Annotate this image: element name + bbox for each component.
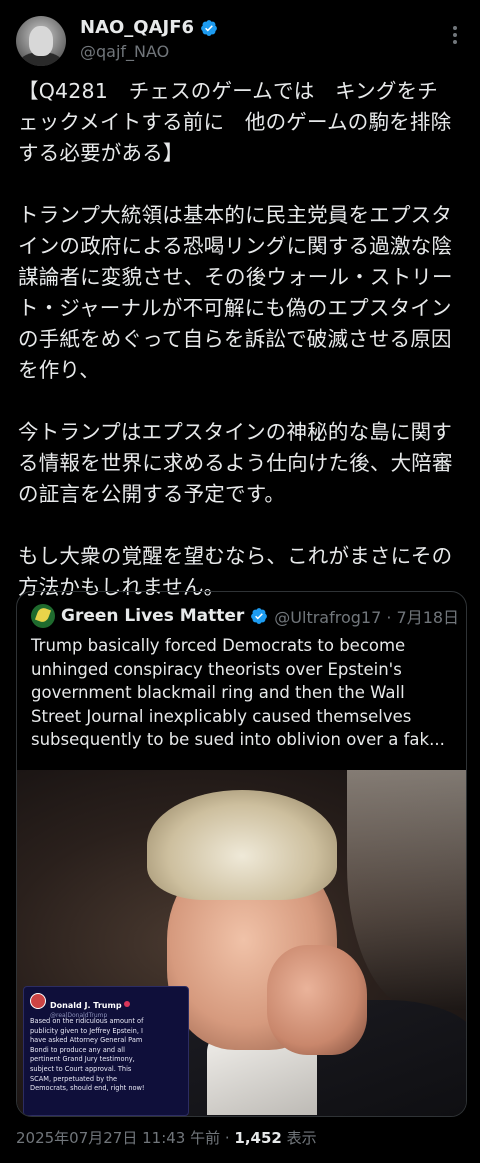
tweet-line: の証言を公開する予定です。 (18, 482, 286, 506)
quote-line: government blackmail ring and then the W… (31, 683, 405, 702)
embed-line: subject to Court approval. This (30, 1064, 132, 1073)
photo-hair (147, 790, 337, 900)
quote-header: Green Lives Matter @Ultrafrog17 · 7月18日 (31, 604, 459, 628)
tweet-line: 今トランプはエプスタインの神秘的な島に関す (18, 420, 453, 444)
tweet-line: もし大衆の覚醒を望むなら、これがまさにその (18, 544, 453, 568)
quote-photo[interactable]: Donald J. Trump @realDonaldTrump Based o… (17, 770, 466, 1116)
quote-verified-badge-icon (251, 608, 268, 624)
tweet-line: トランプ大統領は基本的に民主党員をエプスタ (18, 203, 453, 227)
quote-text: Trump basically forced Democrats to beco… (31, 634, 451, 752)
tweet-line: ェックメイトする前に 他のゲームの駒を排除 (18, 110, 452, 134)
photo-hand (267, 945, 367, 1055)
embed-line: have asked Attorney General Pam (30, 1036, 143, 1045)
tweet-header: NAO_QAJF6 @qajf_NAO (0, 0, 480, 80)
embedded-post-screenshot: Donald J. Trump @realDonaldTrump Based o… (23, 986, 189, 1116)
tweet-line: する必要がある】 (18, 141, 184, 165)
embed-name: Donald J. Trump (50, 1001, 122, 1010)
tweet-line: を作り、 (18, 358, 100, 382)
tweet-line: 【Q4281 チェスのゲームでは キングをチ (18, 79, 438, 103)
tweet-line: ト・ジャーナルが不可解にも偽のエプスタイン (18, 296, 452, 320)
embed-text: Based on the ridiculous amount of public… (30, 1017, 182, 1094)
embed-line: Based on the ridiculous amount of (30, 1017, 144, 1025)
embed-avatar (30, 993, 46, 1009)
tweet-line: インの政府による恐喝リングに関する過激な陰 (18, 234, 453, 258)
timestamp[interactable]: 2025年07月27日 11:43 午前 · (16, 1129, 234, 1147)
views-count: 1,452 (234, 1129, 282, 1147)
verified-badge-icon (201, 19, 217, 36)
author-name-row: NAO_QAJF6 (80, 17, 218, 38)
tweet-line: の手紙をめぐって自らを訴訟で破滅させる原因 (18, 327, 452, 351)
embed-badge-icon (123, 1000, 130, 1007)
embed-line: publicity given to Jeffrey Epstein, I (30, 1026, 143, 1035)
tweet-line: る情報を世界に求めるよう仕向けた後、大陪審 (18, 451, 453, 475)
embed-line: pertinent Grand Jury testimony, (30, 1055, 135, 1064)
author-avatar[interactable] (16, 16, 66, 66)
tweet-meta: 2025年07月27日 11:43 午前 · 1,452 表示 (16, 1127, 317, 1148)
photo-background-person (347, 770, 466, 1010)
embed-header: Donald J. Trump @realDonaldTrump (30, 993, 130, 1019)
views-label: 表示 (281, 1129, 317, 1147)
avatar-face (29, 26, 53, 56)
tweet-line: 謀論者に変貌させ、その後ウォール・ストリー (18, 265, 453, 289)
quote-handle-date[interactable]: @Ultrafrog17 · 7月18日 (274, 604, 459, 628)
tweet-line: ​ (18, 510, 468, 541)
more-options-icon[interactable] (452, 26, 458, 48)
embed-line: SCAM, perpetuated by the (30, 1074, 118, 1083)
quoted-tweet-card[interactable]: Green Lives Matter @Ultrafrog17 · 7月18日 … (16, 591, 467, 1117)
quote-display-name[interactable]: Green Lives Matter (61, 606, 244, 626)
tweet-line: ​ (18, 169, 468, 200)
quote-line: subsequently to be sued into oblivion ov… (31, 730, 445, 749)
quote-line: Trump basically forced Democrats to beco… (31, 636, 406, 655)
embed-line: Democrats, should end, right now! (30, 1084, 145, 1093)
tweet-line: ​ (18, 386, 468, 417)
author-handle[interactable]: @qajf_NAO (80, 42, 169, 61)
tweet-text: 【Q4281 チェスのゲームでは キングをチ ェックメイトする前に 他のゲームの駒… (18, 76, 468, 603)
quote-line: Street Journal inexplicably caused thems… (31, 706, 412, 726)
quote-line: unhinged conspiracy theorists over Epste… (31, 659, 402, 679)
quote-avatar[interactable] (31, 604, 55, 628)
frog-avatar-icon (34, 606, 52, 624)
embed-line: Bondi to produce any and all (30, 1045, 125, 1054)
author-display-name[interactable]: NAO_QAJF6 (80, 17, 194, 38)
